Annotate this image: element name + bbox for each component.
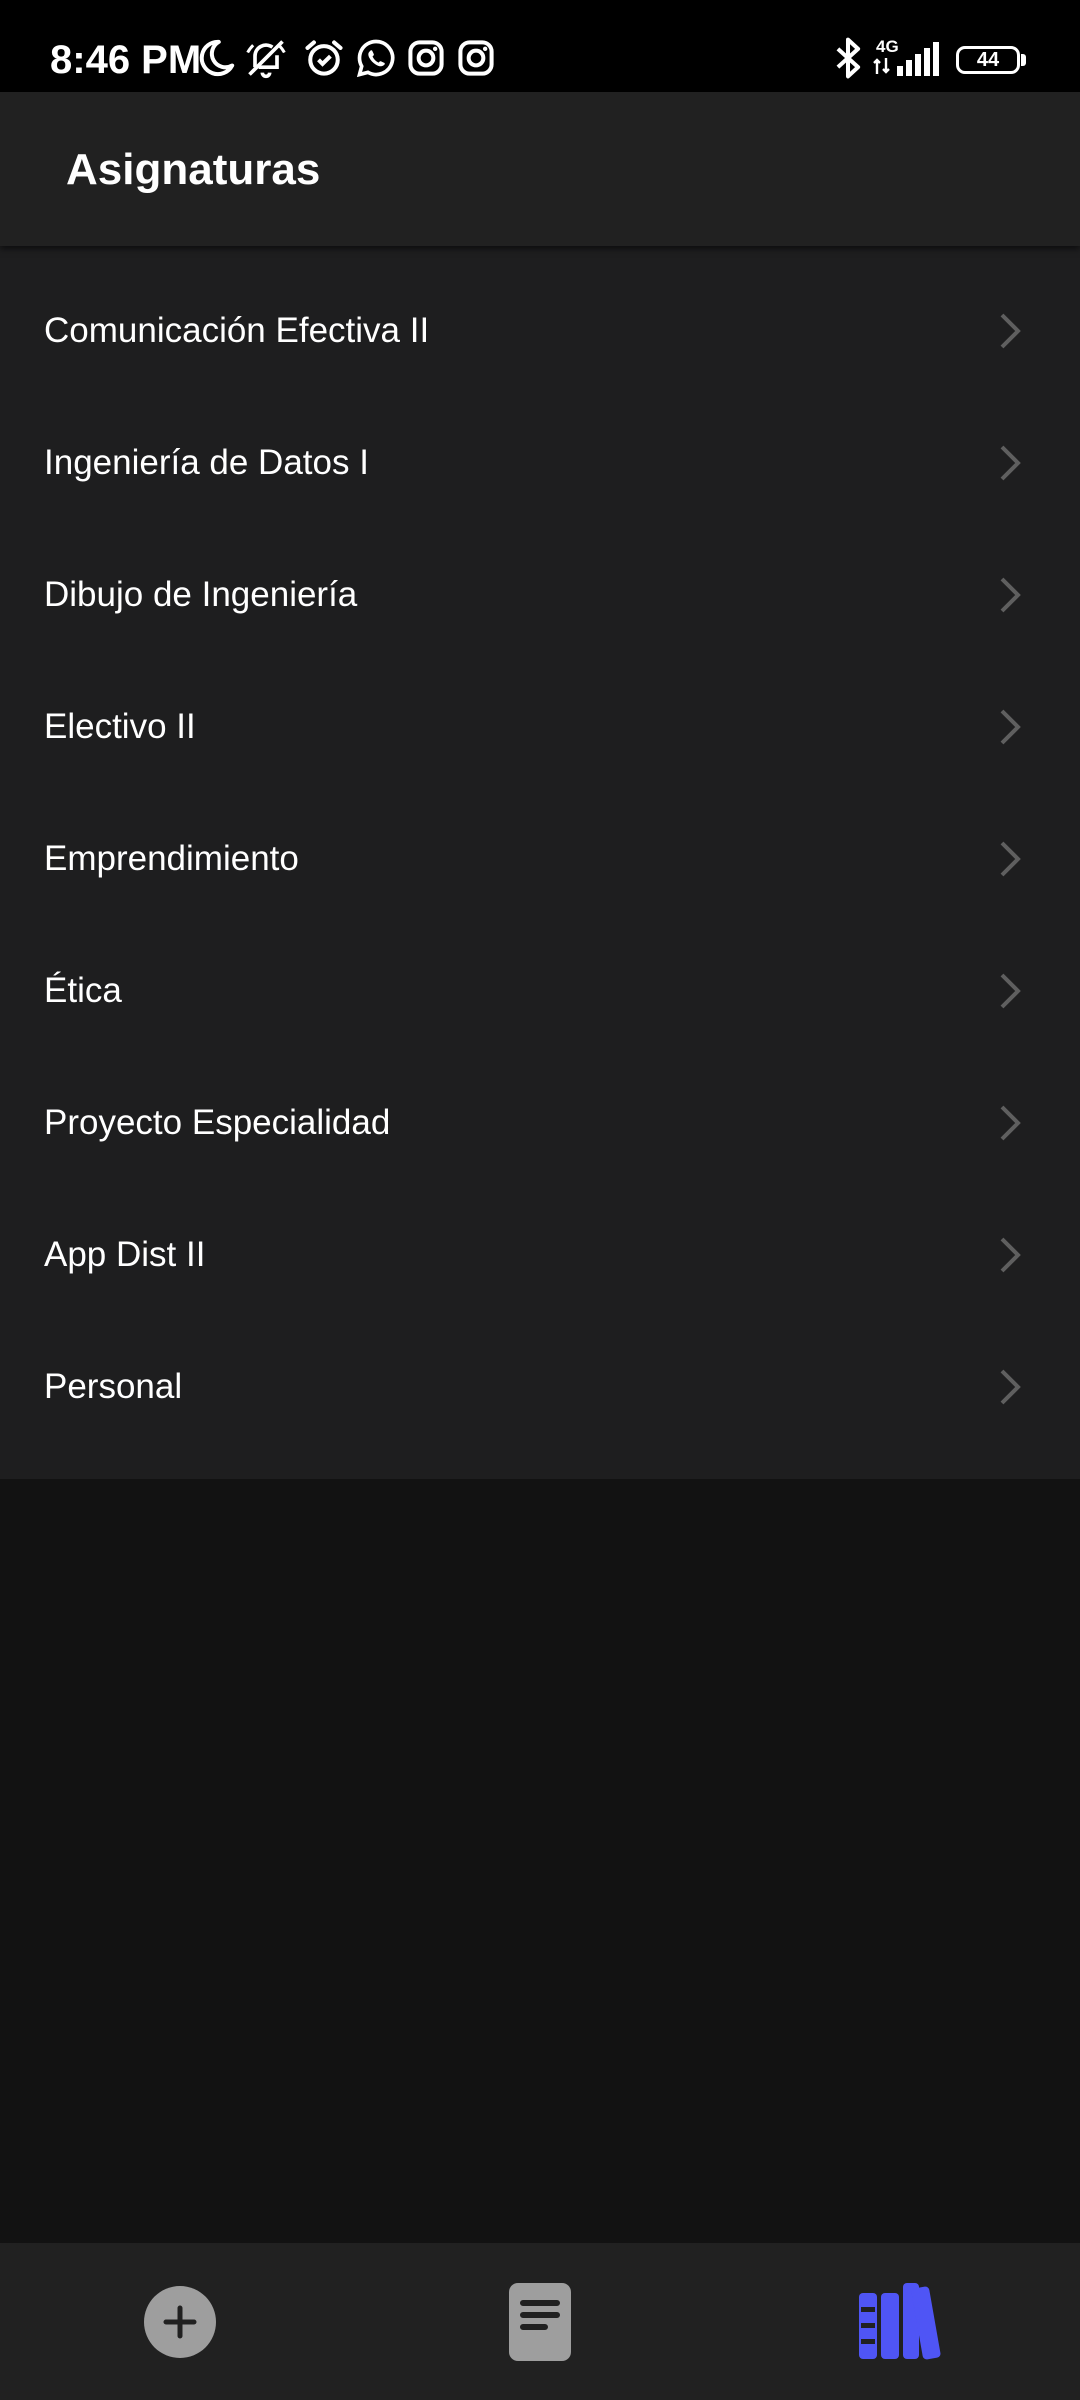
battery-nub [1021,54,1026,66]
chevron-right-icon [990,441,1030,485]
chevron-right-icon [990,1101,1030,1145]
chevron-right-icon [990,837,1030,881]
list-item-label: Proyecto Especialidad [44,1103,391,1142]
nav-subjects-button[interactable] [720,2243,1080,2400]
status-bar: 8:46 PM 4G 44 [0,0,1080,92]
list-item-label: Ingeniería de Datos I [44,443,369,482]
list-item-label: Electivo II [44,707,196,746]
list-item[interactable]: Electivo II [0,661,1080,793]
list-item[interactable]: App Dist II [0,1189,1080,1321]
nav-add-button[interactable] [0,2243,360,2400]
list-item-label: Ética [44,971,122,1010]
app-bar: Asignaturas [0,92,1080,246]
instagram-icon [404,36,448,80]
signal-icon [896,40,940,76]
document-icon [509,2282,571,2361]
list-item-label: Comunicación Efectiva II [44,311,430,350]
list-item-label: Personal [44,1367,183,1406]
list-item[interactable]: Comunicación Efectiva II [0,265,1080,397]
chevron-right-icon [990,1365,1030,1409]
list-item[interactable]: Personal [0,1321,1080,1453]
subject-list: Comunicación Efectiva II Ingeniería de D… [0,246,1080,1479]
instagram-icon [454,36,498,80]
list-item[interactable]: Proyecto Especialidad [0,1057,1080,1189]
data-arrows-icon [872,56,892,76]
chevron-right-icon [990,573,1030,617]
bluetooth-icon [826,36,870,80]
add-circle-icon [144,2285,216,2358]
moon-icon [194,36,238,80]
list-item[interactable]: Ingeniería de Datos I [0,397,1080,529]
screen: 8:46 PM 4G 44 Asignaturas Comunicación E… [0,0,1080,2400]
list-item[interactable]: Dibujo de Ingeniería [0,529,1080,661]
bell-off-icon [244,36,288,80]
chevron-right-icon [990,1233,1030,1277]
list-item[interactable]: Ética [0,925,1080,1057]
bottom-nav [0,2243,1080,2400]
chevron-right-icon [990,969,1030,1013]
list-item-label: App Dist II [44,1235,206,1274]
list-item-label: Emprendimiento [44,839,299,878]
list-item[interactable]: Emprendimiento [0,793,1080,925]
page-title: Asignaturas [66,145,321,194]
chevron-right-icon [990,309,1030,353]
status-time: 8:46 PM [50,38,202,82]
battery-level: 44 [976,49,1000,71]
chevron-right-icon [990,705,1030,749]
nav-notes-button[interactable] [360,2243,720,2400]
whatsapp-icon [354,36,398,80]
alarm-icon [302,36,346,80]
library-icon [857,2282,943,2361]
list-item-label: Dibujo de Ingeniería [44,575,358,614]
